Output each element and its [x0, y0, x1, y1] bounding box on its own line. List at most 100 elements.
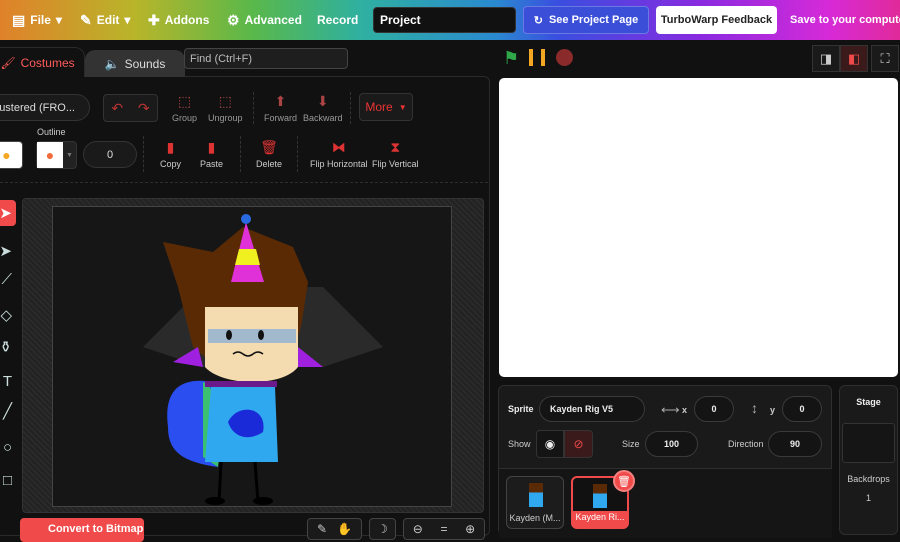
file-label: File: [30, 13, 51, 27]
flip-horizontal-icon: ⧓: [331, 139, 346, 155]
caret-icon: ▾: [124, 13, 131, 27]
fill-swatch-icon: ●: [2, 147, 11, 163]
tab-sounds-label: Sounds: [124, 56, 166, 71]
zoom-in-icon[interactable]: ⊕: [465, 522, 475, 536]
forward-label: Forward: [264, 113, 298, 123]
more-button[interactable]: More ▼: [359, 93, 413, 121]
paste-button[interactable]: ▮ Paste: [200, 139, 223, 169]
delete-label: Delete: [256, 159, 283, 169]
record-menu[interactable]: Record: [317, 0, 358, 40]
redo-icon[interactable]: ↷: [138, 100, 150, 117]
convert-to-bitmap-button[interactable]: Convert to Bitmap: [20, 518, 144, 542]
sprite-image: [529, 483, 543, 507]
zoom-reset-icon[interactable]: =: [440, 522, 447, 536]
sprite-name: Kayden Ri...: [575, 512, 625, 522]
group-icon: ⬚: [177, 93, 192, 109]
sprite-thumbnail[interactable]: Kayden (M...: [506, 476, 564, 529]
stop-icon[interactable]: [556, 49, 573, 66]
delete-button[interactable]: 🗑 Delete: [256, 139, 282, 169]
costume-name-input[interactable]: lustered (FRO...: [0, 94, 90, 121]
direction-input[interactable]: 90: [768, 431, 822, 457]
flip-horizontal-button[interactable]: ⧓ Flip Horizontal: [310, 139, 368, 169]
project-title-input[interactable]: Project: [373, 7, 516, 33]
costume-drawing: [143, 214, 383, 505]
divider: [297, 136, 298, 172]
small-stage-button[interactable]: ◨: [812, 45, 840, 72]
hide-button[interactable]: ⊘: [564, 430, 593, 458]
file-menu[interactable]: ▤ File ▾: [12, 0, 62, 40]
save-button[interactable]: Save to your computer: [790, 0, 900, 40]
undo-icon[interactable]: ↶: [111, 100, 123, 117]
zoom-controls: ⊖ = ⊕: [403, 518, 485, 540]
zoom-out-icon[interactable]: ⊖: [413, 522, 423, 536]
fill-tool-icon[interactable]: ⚱: [0, 334, 16, 360]
divider: [143, 136, 144, 172]
rectangle-tool-icon[interactable]: □: [0, 467, 16, 493]
edit-label: Edit: [96, 13, 120, 27]
sprite-name-input[interactable]: Kayden Rig V5: [539, 396, 645, 422]
direction-label: Direction: [728, 439, 764, 449]
edit-menu[interactable]: ✎ Edit ▾: [80, 0, 130, 40]
see-project-page-button[interactable]: ↻ See Project Page: [523, 6, 649, 34]
select-tool-icon[interactable]: ➤: [0, 200, 16, 226]
group-button[interactable]: ⬚ Group: [172, 93, 197, 123]
x-label: x: [682, 405, 688, 415]
size-input[interactable]: 100: [645, 431, 698, 457]
backward-label: Backward: [303, 113, 343, 123]
outline-label: Outline: [37, 127, 66, 137]
reshape-tool-icon[interactable]: ➤: [0, 238, 16, 264]
advanced-menu[interactable]: ⚙ Advanced: [227, 0, 302, 40]
show-button[interactable]: ◉: [536, 430, 564, 458]
circle-tool-icon[interactable]: ○: [0, 434, 16, 460]
see-project-page-label: See Project Page: [548, 14, 639, 26]
tab-costumes[interactable]: 🖌 Costumes: [0, 47, 85, 77]
x-input[interactable]: 0: [694, 396, 734, 422]
flip-vertical-icon: ⧗: [390, 139, 401, 155]
paint-canvas[interactable]: [52, 206, 452, 507]
ungroup-icon: ⬚: [218, 93, 232, 109]
tab-sounds[interactable]: 🔈 Sounds: [85, 50, 185, 77]
green-flag-icon[interactable]: ⚑: [503, 48, 519, 69]
eye-icon: ◉: [544, 437, 556, 451]
copy-button[interactable]: ▮ Copy: [160, 139, 181, 169]
divider: [350, 92, 351, 124]
fill-color-picker[interactable]: ●: [0, 141, 23, 169]
fullscreen-button[interactable]: ⛶: [871, 45, 899, 72]
stage-thumbnail[interactable]: [842, 423, 895, 463]
flip-horizontal-label: Flip Horizontal: [310, 159, 368, 169]
find-input[interactable]: Find (Ctrl+F): [184, 48, 348, 69]
dark-mode-toggle[interactable]: ☽: [369, 518, 396, 540]
flip-vertical-button[interactable]: ⧗ Flip Vertical: [372, 139, 419, 169]
stage-canvas[interactable]: [499, 78, 898, 377]
brush-mode-toggle[interactable]: ✎ ✋: [307, 518, 362, 540]
stage-title: Stage: [856, 397, 881, 407]
forward-button[interactable]: ⬆ Forward: [264, 93, 297, 123]
backward-button[interactable]: ⬇ Backward: [303, 93, 343, 123]
brush-tool-icon[interactable]: ⟋: [0, 266, 16, 292]
outline-width-input[interactable]: 0: [83, 141, 137, 168]
show-label: Show: [508, 439, 531, 449]
large-stage-button[interactable]: ◧: [840, 45, 868, 72]
caret-icon: ▾: [55, 13, 62, 27]
addons-label: Addons: [164, 13, 210, 27]
y-input[interactable]: 0: [782, 396, 822, 422]
feedback-button[interactable]: TurboWarp Feedback: [656, 6, 777, 34]
divider: [0, 182, 488, 183]
text-tool-icon[interactable]: T: [0, 368, 16, 394]
copy-icon: ▮: [166, 139, 175, 155]
copy-label: Copy: [160, 159, 182, 169]
trash-icon: 🗑: [617, 475, 631, 488]
delete-sprite-button[interactable]: 🗑: [613, 470, 635, 492]
eraser-tool-icon[interactable]: ◇: [0, 302, 16, 328]
ungroup-button[interactable]: ⬚ Ungroup: [208, 93, 243, 123]
outline-color-picker[interactable]: ● ▼: [36, 141, 77, 169]
line-tool-icon[interactable]: ╱: [0, 398, 16, 424]
pencil-icon: ✎: [80, 11, 92, 28]
record-label: Record: [317, 13, 359, 27]
moon-icon: ☽: [377, 522, 388, 536]
addons-menu[interactable]: ✚ Addons: [148, 0, 209, 40]
outline-swatch-icon: ●: [37, 142, 63, 168]
y-label: y: [770, 405, 776, 415]
tab-costumes-label: Costumes: [20, 55, 75, 70]
pause-icon[interactable]: [529, 49, 545, 66]
